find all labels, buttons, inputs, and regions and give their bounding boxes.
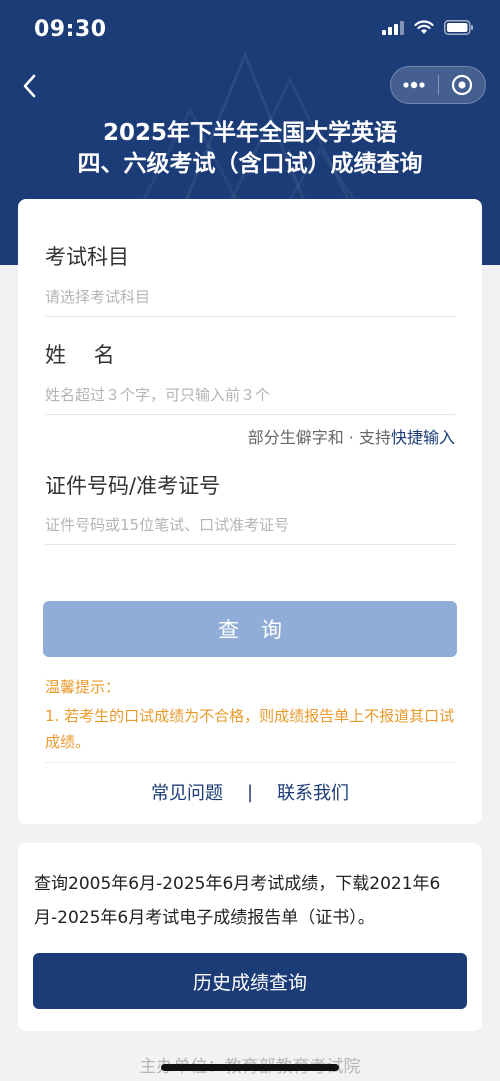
divider: [45, 762, 455, 763]
status-icons: [382, 20, 474, 35]
tip-body: 1. 若考生的口试成绩为不合格，则成绩报告单上不报道其口试成绩。: [45, 707, 455, 751]
link-separator: |: [246, 781, 254, 803]
close-miniprogram-button[interactable]: [438, 67, 485, 103]
more-button[interactable]: [391, 67, 438, 103]
rare-char-hint-text: 部分生僻字和 · 支持: [247, 428, 391, 447]
wifi-icon: [414, 20, 434, 34]
query-form-card: 考试科目 姓 名 部分生僻字和 · 支持快捷输入 证件号码/准考证号 查询 温馨…: [18, 199, 482, 824]
history-card: 查询2005年6月-2025年6月考试成绩，下载2021年6月-2025年6月考…: [18, 843, 482, 1031]
name-input[interactable]: [45, 375, 455, 415]
status-bar: 09:30: [0, 0, 500, 58]
battery-icon: [444, 20, 473, 35]
id-input[interactable]: [45, 505, 455, 545]
page-title: 2025年下半年全国大学英语 四、六级考试（含口试）成绩查询: [0, 118, 500, 180]
more-dots-icon: [403, 81, 425, 89]
page-title-line2: 四、六级考试（含口试）成绩查询: [77, 151, 423, 177]
home-indicator: [161, 1064, 339, 1071]
target-icon: [451, 74, 472, 96]
help-links: 常见问题 | 联系我们: [18, 779, 482, 805]
quick-input-link[interactable]: 快捷输入: [391, 428, 455, 447]
tip-title: 温馨提示：: [45, 678, 121, 696]
subject-select[interactable]: [45, 277, 455, 317]
rare-char-hint: 部分生僻字和 · 支持快捷输入: [248, 424, 455, 448]
history-query-button[interactable]: 历史成绩查询: [33, 953, 467, 1009]
name-label: 姓 名: [45, 343, 115, 367]
back-button[interactable]: [14, 70, 44, 102]
id-label: 证件号码/准考证号: [45, 474, 221, 498]
query-button[interactable]: 查询: [43, 601, 457, 657]
subject-label: 考试科目: [45, 245, 129, 269]
signal-icon: [382, 20, 404, 35]
faq-link[interactable]: 常见问题: [151, 779, 223, 805]
back-icon: [23, 74, 36, 98]
history-description: 查询2005年6月-2025年6月考试成绩，下载2021年6月-2025年6月考…: [34, 874, 441, 928]
miniprogram-capsule: [390, 66, 486, 104]
contact-link[interactable]: 联系我们: [277, 779, 349, 805]
page-title-line1: 2025年下半年全国大学英语: [102, 120, 397, 146]
status-time: 09:30: [34, 17, 107, 42]
